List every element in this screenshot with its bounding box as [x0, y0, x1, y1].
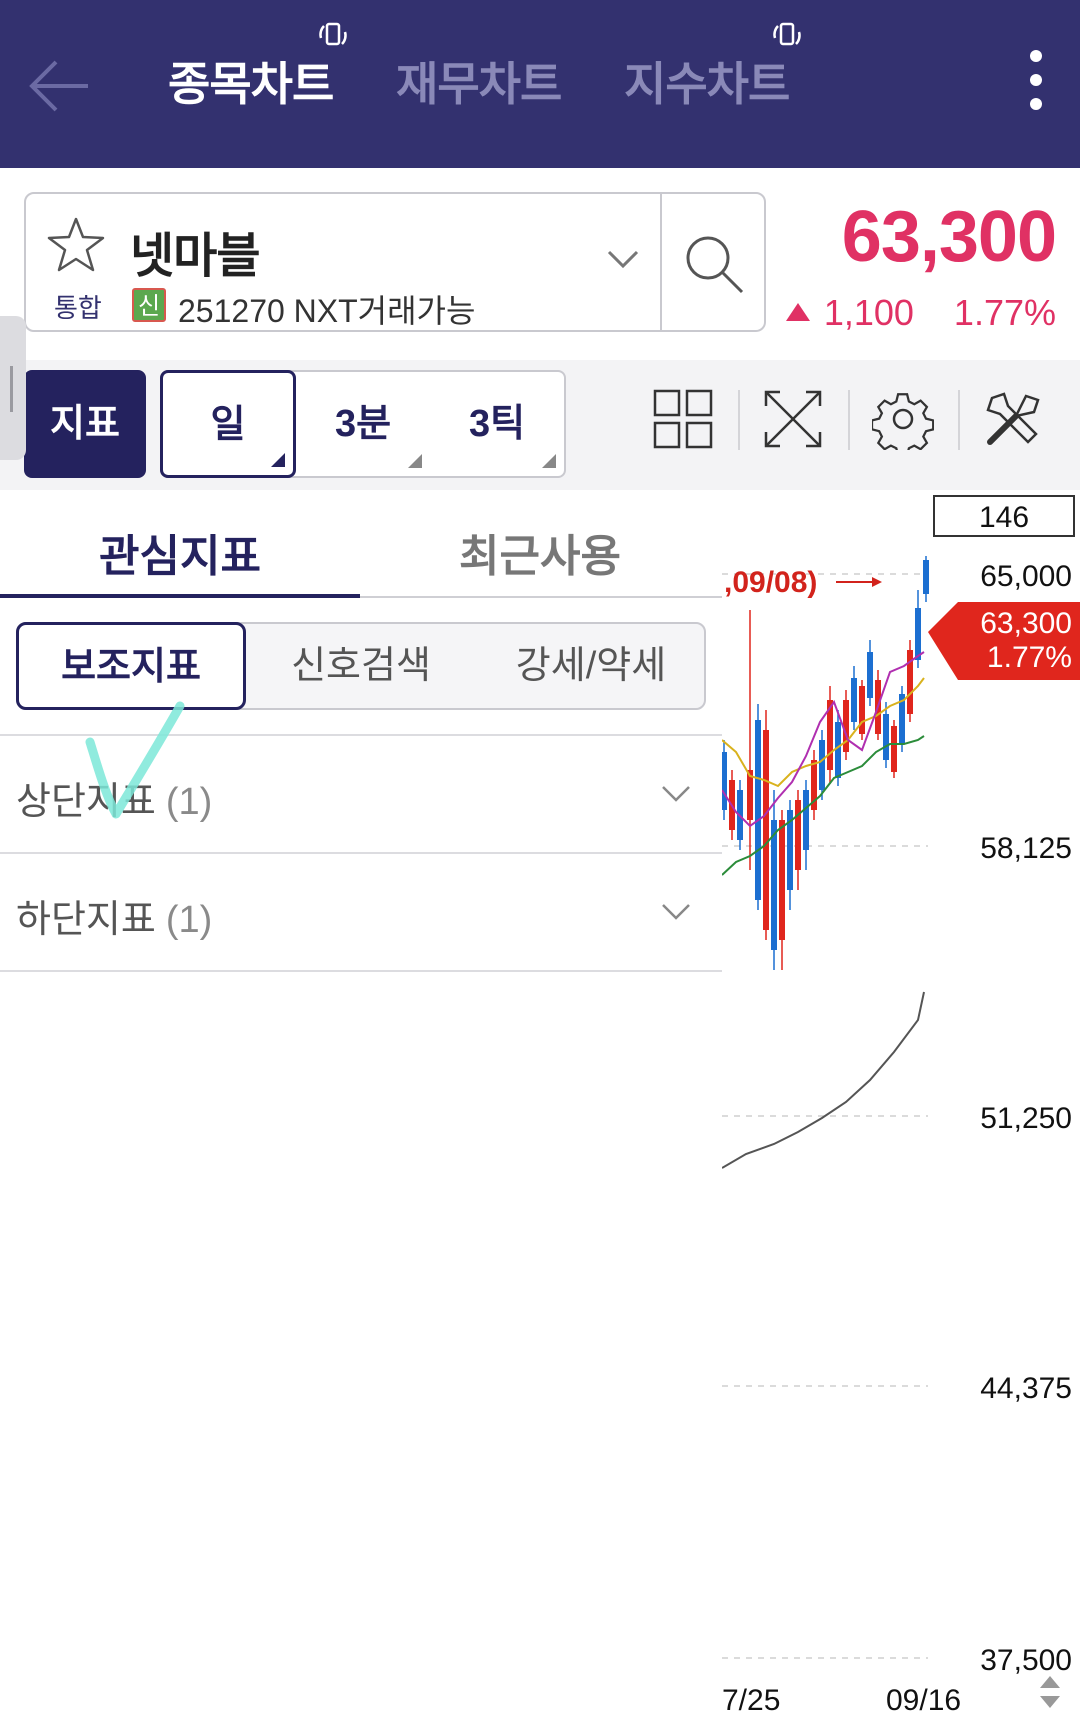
- handwritten-check-mark: [85, 701, 185, 819]
- price-chart[interactable]: 146 ,09/08) 65,000 58,125 51,250 44,375 …: [722, 490, 1080, 1716]
- chart-top-box-value: 146: [979, 501, 1029, 534]
- period-day[interactable]: 일: [160, 370, 296, 478]
- stock-name: 넷마블: [130, 230, 260, 283]
- section-count: (1): [165, 899, 213, 941]
- indicator-panel: 관심지표 최근사용 보조지표 신호검색 강세/약세 상단지표 (1) 하단지표 (1…: [0, 490, 722, 1716]
- section-label: 하단지표: [16, 899, 156, 941]
- tab-active-underline: [0, 594, 360, 598]
- candle-body: [859, 686, 865, 734]
- divider: [848, 390, 850, 450]
- candle-body: [771, 820, 777, 950]
- price-change: 1,100 1.77%: [785, 292, 1056, 334]
- period-selector: 일 3분 3틱: [160, 370, 566, 478]
- candle-body: [795, 800, 801, 870]
- y-axis-label: 51,250: [980, 1102, 1072, 1135]
- credit-badge: 신: [132, 288, 166, 322]
- divider: [0, 970, 722, 972]
- scroll-up-icon[interactable]: [1040, 1676, 1060, 1688]
- tab-recent-used[interactable]: 최근사용: [360, 520, 720, 584]
- price-tag-percent: 1.77%: [987, 641, 1072, 674]
- market-label: 통합: [54, 293, 102, 323]
- y-axis-label: 58,125: [980, 832, 1072, 865]
- chart-toolbar: 지표 일 3분 3틱: [0, 360, 1080, 490]
- candle-body: [923, 560, 929, 594]
- candle-body: [722, 752, 727, 810]
- candle-body: [803, 790, 809, 850]
- fullscreen-icon[interactable]: [762, 388, 824, 450]
- divider: [660, 194, 662, 330]
- settings-gear-icon[interactable]: [872, 388, 934, 450]
- rotate-icon: [319, 22, 347, 46]
- back-arrow-icon[interactable]: [28, 58, 92, 114]
- change-percent: 1.77%: [953, 292, 1056, 333]
- current-price: 63,300: [841, 197, 1057, 277]
- high-annotation: ,09/08): [724, 566, 817, 599]
- candle-body: [867, 652, 873, 698]
- chevron-down-icon[interactable]: [606, 248, 640, 270]
- price-tag-value: 63,300: [980, 607, 1072, 640]
- tab-stock-chart[interactable]: 종목차트: [168, 48, 334, 114]
- y-axis-label: 65,000: [980, 560, 1072, 593]
- rotate-icon: [773, 22, 801, 46]
- scroll-down-icon[interactable]: [1040, 1696, 1060, 1708]
- chevron-down-icon[interactable]: [660, 902, 692, 922]
- chart-canvas: 146 ,09/08) 65,000 58,125 51,250 44,375 …: [722, 495, 1080, 1716]
- candle-body: [851, 678, 857, 722]
- star-favorite-icon[interactable]: [46, 216, 106, 274]
- x-axis-label: 7/25: [722, 1684, 780, 1716]
- up-triangle-icon: [785, 303, 810, 321]
- grid-layout-icon[interactable]: [652, 388, 714, 450]
- indicator-button[interactable]: 지표: [24, 370, 146, 478]
- candle-body: [891, 726, 897, 772]
- tab-financial-chart[interactable]: 재무차트: [396, 48, 562, 114]
- period-3min[interactable]: 3분: [296, 372, 430, 476]
- candle-body: [883, 714, 889, 760]
- search-icon[interactable]: [682, 232, 746, 296]
- tab-favorite-indicators[interactable]: 관심지표: [0, 520, 360, 584]
- chevron-down-icon[interactable]: [660, 784, 692, 804]
- candle-body: [755, 720, 761, 900]
- more-vertical-icon[interactable]: [1024, 50, 1048, 120]
- candlestick-series: [722, 556, 929, 970]
- segment-signal-search[interactable]: 신호검색: [246, 624, 476, 708]
- candle-body: [819, 740, 825, 790]
- tab-index-chart[interactable]: 지수차트: [624, 48, 790, 114]
- accordion-lower-indicators[interactable]: 하단지표 (1): [0, 852, 722, 970]
- candle-body: [779, 820, 785, 940]
- x-axis-label: 09/16: [886, 1684, 961, 1716]
- y-axis-label: 44,375: [980, 1372, 1072, 1405]
- divider: [738, 390, 740, 450]
- side-drawer-handle[interactable]: [0, 316, 26, 460]
- app-header: 종목차트 재무차트 지수차트: [0, 0, 1080, 168]
- stock-code: 251270 NXT거래가능: [178, 293, 476, 329]
- y-axis-label: 37,500: [980, 1644, 1072, 1677]
- tools-icon[interactable]: [982, 388, 1044, 450]
- candle-body: [763, 730, 769, 930]
- lower-indicator-line: [722, 991, 925, 1169]
- divider: [958, 390, 960, 450]
- change-amount: 1,100: [823, 292, 914, 333]
- segment-strength[interactable]: 강세/약세: [476, 624, 706, 708]
- period-3tick[interactable]: 3틱: [430, 372, 564, 476]
- candle-body: [915, 608, 921, 660]
- candle-body: [835, 722, 841, 778]
- stock-selector[interactable]: 통합 넷마블 신 251270 NXT거래가능: [24, 192, 766, 332]
